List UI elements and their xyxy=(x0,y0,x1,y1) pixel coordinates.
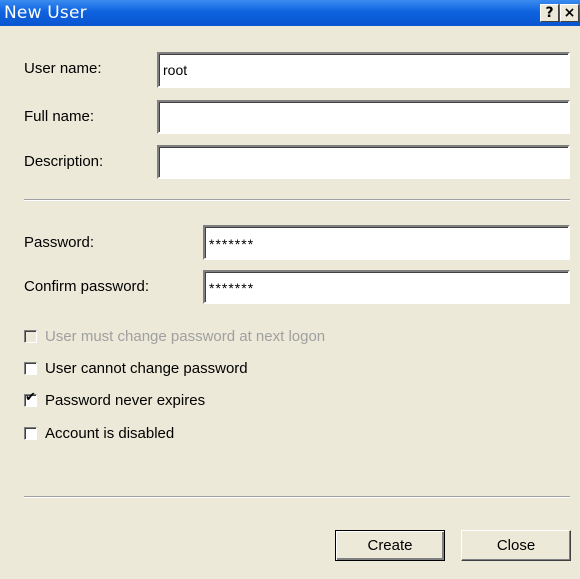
window-title: New User xyxy=(4,3,87,23)
option-label: Account is disabled xyxy=(45,424,175,442)
must-change-password-checkbox xyxy=(24,329,37,343)
create-button[interactable]: Create xyxy=(335,530,445,561)
password-input[interactable] xyxy=(203,225,570,260)
password-label: Password: xyxy=(24,234,95,251)
cannot-change-password-checkbox[interactable] xyxy=(24,361,37,375)
confirm-password-input[interactable] xyxy=(203,270,570,304)
option-label: Password never expires xyxy=(45,391,206,409)
fullname-input[interactable] xyxy=(157,100,570,134)
username-input[interactable] xyxy=(157,52,570,88)
confirm-password-label: Confirm password: xyxy=(24,278,150,295)
fullname-label: Full name: xyxy=(24,108,95,125)
separator-bottom xyxy=(24,496,570,498)
account-disabled-checkbox[interactable] xyxy=(24,426,37,440)
option-cannot-change-password[interactable]: User cannot change password xyxy=(24,359,248,377)
help-button[interactable]: ? xyxy=(540,4,559,22)
option-label: User must change password at next logon xyxy=(45,327,326,345)
close-button[interactable]: Close xyxy=(461,530,571,561)
title-bar[interactable]: New User ? × xyxy=(0,0,580,26)
description-input[interactable] xyxy=(157,145,570,179)
close-icon: × xyxy=(563,5,576,21)
password-never-expires-checkbox[interactable]: ✔ xyxy=(24,390,37,407)
separator-top xyxy=(24,199,570,201)
option-must-change-password: User must change password at next logon xyxy=(24,327,325,345)
window-close-button[interactable]: × xyxy=(560,4,579,22)
option-password-never-expires[interactable]: ✔ Password never expires xyxy=(24,390,206,409)
username-label: User name: xyxy=(24,60,102,77)
option-account-disabled[interactable]: Account is disabled xyxy=(24,424,174,442)
help-icon: ? xyxy=(545,5,554,21)
description-label: Description: xyxy=(24,153,104,170)
option-label: User cannot change password xyxy=(45,359,248,377)
checkmark-icon: ✔ xyxy=(25,389,36,405)
